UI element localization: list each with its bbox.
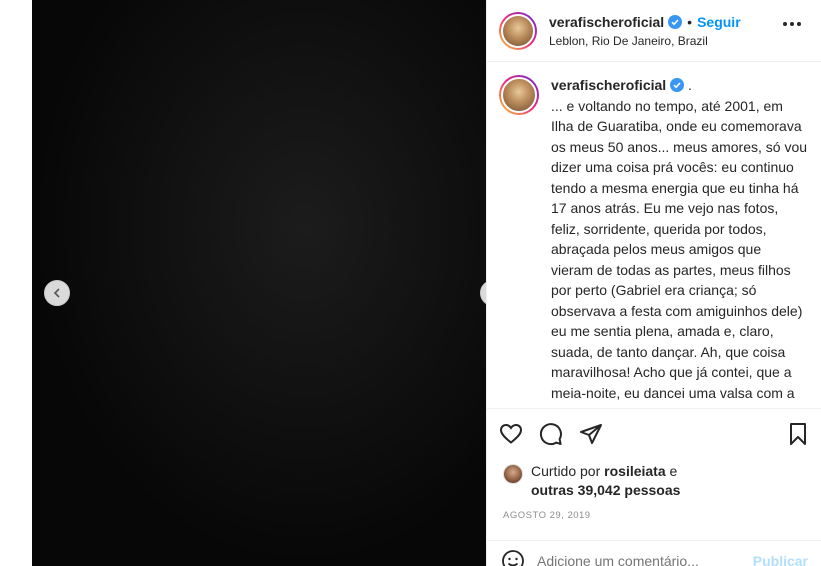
emoji-icon[interactable] bbox=[501, 549, 525, 566]
more-options-icon[interactable] bbox=[783, 22, 801, 26]
likes-prefix: Curtido por bbox=[531, 463, 605, 479]
caption-author-avatar[interactable] bbox=[499, 75, 539, 115]
comment-input[interactable] bbox=[537, 552, 737, 566]
like-button[interactable] bbox=[499, 422, 523, 446]
post-location[interactable]: Leblon, Rio De Janeiro, Brazil bbox=[549, 34, 741, 48]
bookmark-icon bbox=[790, 422, 806, 445]
separator-dot: • bbox=[687, 13, 693, 30]
action-bar bbox=[487, 408, 821, 458]
post-date[interactable]: AGOSTO 29, 2019 bbox=[503, 510, 591, 521]
post-photo[interactable] bbox=[32, 0, 486, 566]
caption-text: ... e voltando no tempo, até 2001, em Il… bbox=[551, 97, 808, 409]
chevron-left-icon bbox=[53, 288, 60, 298]
likes-count-link[interactable]: outras 39,042 pessoas bbox=[531, 482, 680, 498]
caption-section: verafischeroficial . ... e voltando no t… bbox=[487, 63, 821, 408]
caption-body: verafischeroficial . ... e voltando no t… bbox=[551, 75, 807, 408]
author-avatar[interactable] bbox=[499, 11, 537, 50]
likes-mid: e bbox=[665, 463, 678, 479]
comment-bar: Publicar bbox=[487, 540, 821, 566]
verified-badge-icon bbox=[668, 14, 683, 29]
caption-username[interactable]: verafischeroficial bbox=[551, 77, 666, 93]
likes-summary: Curtido por rosileiata e outras 39,042 p… bbox=[503, 462, 680, 500]
photo-background bbox=[32, 0, 486, 566]
liker-avatar[interactable] bbox=[503, 464, 523, 484]
previous-photo-button[interactable] bbox=[44, 280, 70, 306]
liker-username[interactable]: rosileiata bbox=[604, 463, 665, 479]
author-info: verafischeroficial • Seguir Leblon, Rio … bbox=[549, 14, 741, 48]
verified-badge-icon bbox=[670, 78, 685, 92]
comment-icon bbox=[539, 422, 562, 445]
heart-icon bbox=[499, 423, 523, 444]
post-header: verafischeroficial • Seguir Leblon, Rio … bbox=[487, 0, 821, 62]
publish-button[interactable]: Publicar bbox=[753, 553, 808, 566]
save-button[interactable] bbox=[786, 422, 810, 446]
share-icon bbox=[580, 423, 602, 444]
comment-button[interactable] bbox=[539, 422, 563, 446]
post-side-panel: verafischeroficial • Seguir Leblon, Rio … bbox=[486, 0, 821, 566]
page-margin bbox=[0, 0, 32, 566]
share-button[interactable] bbox=[579, 422, 603, 446]
caption-suffix: . bbox=[684, 77, 692, 93]
follow-button[interactable]: Seguir bbox=[697, 14, 741, 30]
author-username[interactable]: verafischeroficial bbox=[549, 14, 664, 30]
